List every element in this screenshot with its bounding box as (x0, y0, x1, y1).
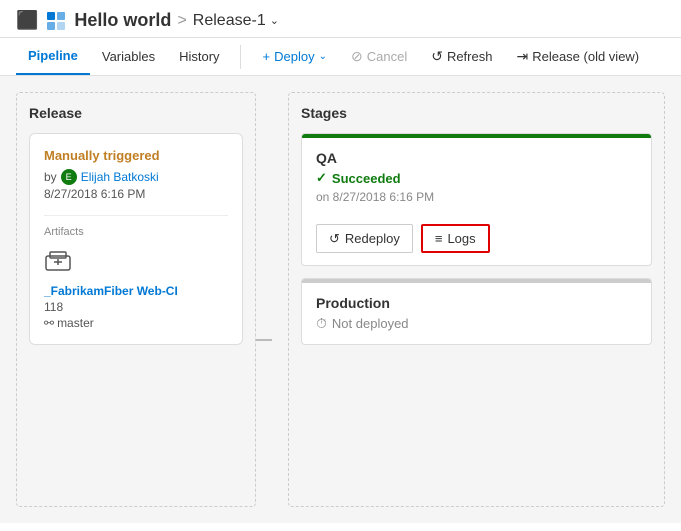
stage-status-production: ⏱ Not deployed (316, 315, 637, 332)
release-section-title: Release (29, 105, 243, 121)
connector-area (256, 92, 272, 507)
stage-name-production: Production (316, 295, 637, 311)
artifact-icon (44, 246, 228, 280)
release-old-view-button[interactable]: ⇥ Release (old view) (506, 43, 649, 70)
redeploy-icon: ↺ (329, 231, 340, 247)
project-title[interactable]: Hello world (74, 10, 171, 31)
cancel-icon: ⊘ (351, 48, 363, 65)
artifacts-label: Artifacts (44, 226, 228, 238)
nav-divider (240, 45, 241, 69)
azure-devops-icon (46, 11, 66, 31)
deploy-dropdown-icon: ⌄ (319, 51, 327, 62)
stage-card-qa: QA ✓ Succeeded on 8/27/2018 6:16 PM ↺ Re… (301, 133, 652, 266)
tab-history[interactable]: History (167, 39, 231, 74)
plus-icon: + (263, 49, 271, 64)
check-icon: ✓ (316, 170, 327, 186)
artifact-branch: ⚯ master (44, 316, 228, 330)
logs-label: Logs (447, 231, 475, 246)
stage-status-label-production: Not deployed (332, 316, 409, 331)
cancel-label: Cancel (367, 49, 407, 64)
nav-bar: Pipeline Variables History + Deploy ⌄ ⊘ … (0, 38, 681, 76)
cancel-button[interactable]: ⊘ Cancel (341, 43, 417, 70)
release-dropdown[interactable]: ⌄ (270, 14, 279, 27)
stage-card-body-production: Production ⏱ Not deployed (302, 283, 651, 344)
stage-card-body-qa: QA ✓ Succeeded on 8/27/2018 6:16 PM (302, 138, 651, 216)
logs-icon: ≡ (435, 231, 443, 246)
by-label: by (44, 170, 57, 184)
trigger-date: 8/27/2018 6:16 PM (44, 187, 228, 201)
release-old-label: Release (old view) (532, 49, 639, 64)
stage-actions-qa: ↺ Redeploy ≡ Logs (302, 216, 651, 265)
deploy-button[interactable]: + Deploy ⌄ (253, 44, 337, 69)
release-card: Manually triggered by E Elijah Batkoski … (29, 133, 243, 345)
page-header: ⬛ Hello world > Release-1 ⌄ (0, 0, 681, 38)
stage-status-qa: ✓ Succeeded (316, 170, 637, 186)
stage-card-production: Production ⏱ Not deployed (301, 278, 652, 345)
trigger-title: Manually triggered (44, 148, 228, 163)
connector-line (256, 339, 272, 341)
branch-icon: ⚯ (44, 316, 54, 330)
arrow-icon: ⇥ (516, 48, 528, 65)
stage-name-qa: QA (316, 150, 637, 166)
tab-pipeline[interactable]: Pipeline (16, 38, 90, 75)
release-title[interactable]: Release-1 (193, 12, 266, 30)
tab-variables[interactable]: Variables (90, 39, 167, 74)
trigger-by: by E Elijah Batkoski (44, 169, 228, 185)
refresh-label: Refresh (447, 49, 493, 64)
stage-status-label-qa: Succeeded (332, 171, 401, 186)
stages-section-title: Stages (301, 105, 652, 121)
user-name[interactable]: Elijah Batkoski (81, 170, 159, 184)
artifacts-section: Artifacts _FabrikamFiber Web-CI 118 ⚯ ma… (44, 215, 228, 330)
main-content: Release Manually triggered by E Elijah B… (0, 76, 681, 523)
redeploy-label: Redeploy (345, 231, 400, 246)
breadcrumb-separator: > (177, 12, 186, 30)
release-section: Release Manually triggered by E Elijah B… (16, 92, 256, 507)
deploy-label: Deploy (274, 49, 314, 64)
stages-section: Stages QA ✓ Succeeded on 8/27/2018 6:16 … (288, 92, 665, 507)
artifact-name[interactable]: _FabrikamFiber Web-CI (44, 284, 228, 298)
user-avatar: E (61, 169, 77, 185)
artifact-build: 118 (44, 300, 228, 314)
refresh-icon: ↺ (431, 48, 443, 65)
clock-icon: ⏱ (316, 315, 327, 332)
stage-date-qa: on 8/27/2018 6:16 PM (316, 190, 637, 204)
app-icon: ⬛ (16, 10, 38, 31)
refresh-button[interactable]: ↺ Refresh (421, 43, 502, 70)
logs-button[interactable]: ≡ Logs (421, 224, 490, 253)
branch-name: master (57, 316, 94, 330)
nav-actions: + Deploy ⌄ ⊘ Cancel ↺ Refresh ⇥ Release … (253, 43, 650, 70)
redeploy-button[interactable]: ↺ Redeploy (316, 224, 413, 253)
